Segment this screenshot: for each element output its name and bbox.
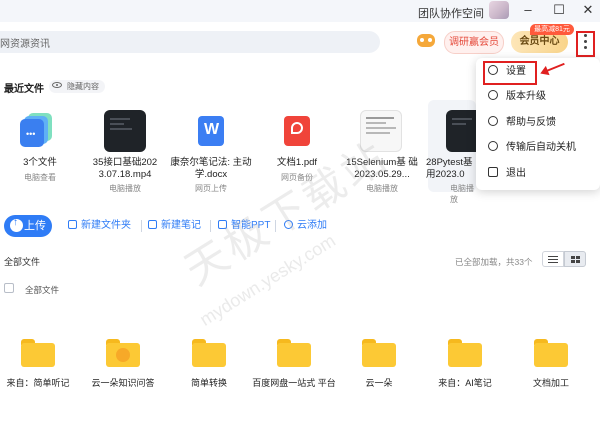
recent-card-name[interactable]: 35接口基础202 3.07.18.mp4: [83, 157, 167, 181]
folder-icon[interactable]: [534, 339, 568, 367]
multi-file-icon[interactable]: •••: [20, 113, 52, 147]
recent-card-source: 电脑查看: [24, 173, 56, 182]
menu-item-help[interactable]: 帮助与反馈: [488, 114, 556, 132]
loaded-count: 已全部加载，共33个: [455, 257, 533, 267]
folder-label[interactable]: 文档加工: [509, 377, 593, 390]
recent-card-source: 电脑播放: [109, 184, 141, 193]
avatar[interactable]: [489, 1, 509, 19]
menu-item-label: 传输后自动关机: [506, 142, 576, 153]
promo-badge: 最高减81元: [530, 24, 574, 35]
recent-card-name[interactable]: 28Pytest基 用2023.0: [426, 157, 476, 181]
gamepad-icon[interactable]: [417, 34, 435, 47]
eye-icon: [52, 82, 62, 88]
folder-add-icon: [68, 220, 77, 229]
folder-label[interactable]: 来自：AI笔记: [423, 377, 507, 390]
recent-files-title: 最近文件: [4, 84, 44, 95]
menu-item-label: 退出: [506, 168, 526, 179]
folder-label[interactable]: 简单转换: [167, 377, 251, 390]
team-space-link[interactable]: 团队协作空间: [418, 5, 484, 21]
recent-card-source: 电脑播放: [450, 184, 474, 204]
folder-label[interactable]: 百度网盘一站式 平台: [252, 377, 336, 390]
grid-view-button[interactable]: [564, 251, 586, 267]
pdf-icon[interactable]: [284, 116, 310, 146]
folder-icon[interactable]: [21, 339, 55, 367]
note-icon: [148, 220, 157, 229]
toolbar-divider: [141, 220, 142, 232]
recent-card-name[interactable]: 3个文件: [0, 157, 82, 169]
survey-vip-button[interactable]: 调研赢会员: [444, 31, 504, 54]
menu-item-upgrade[interactable]: 版本升级: [488, 88, 546, 106]
settings-highlight-box: [483, 61, 537, 85]
recent-card-name[interactable]: 康奈尔笔记法: 主动学.docx: [169, 157, 253, 181]
word-doc-icon[interactable]: W: [198, 116, 224, 146]
folder-label[interactable]: 云一朵知识问答: [81, 377, 165, 390]
title-bar: [0, 0, 600, 22]
folder-icon[interactable]: [192, 339, 226, 367]
exit-icon: [488, 167, 498, 177]
folder-icon[interactable]: [277, 339, 311, 367]
upload-icon: [10, 217, 23, 232]
video-thumbnail[interactable]: [104, 110, 146, 152]
folder-icon[interactable]: [448, 339, 482, 367]
list-view-button[interactable]: [542, 251, 564, 267]
maximize-icon[interactable]: ☐: [549, 1, 569, 19]
menu-item-label: 版本升级: [506, 91, 546, 102]
more-dots-icon: [584, 34, 587, 52]
all-files-breadcrumb[interactable]: 全部文件: [4, 255, 40, 268]
close-icon[interactable]: ✕: [578, 1, 598, 19]
select-all-checkbox[interactable]: [4, 283, 14, 293]
menu-item-label: 帮助与反馈: [506, 117, 556, 128]
power-icon: [488, 141, 498, 151]
select-all-label: 全部文件: [25, 285, 60, 295]
headset-icon: [488, 116, 498, 126]
upgrade-icon: [488, 90, 498, 100]
new-folder-button[interactable]: 新建文件夹: [68, 217, 131, 235]
folder-label[interactable]: 云一朵: [337, 377, 421, 390]
folder-label[interactable]: 来自：简单听记: [0, 377, 80, 390]
recent-card-source: 网页上传: [195, 184, 227, 193]
folder-icon[interactable]: [362, 339, 396, 367]
folder-icon[interactable]: [106, 339, 140, 367]
minimize-icon[interactable]: –: [518, 1, 538, 19]
search-placeholder: 网资源资讯: [0, 39, 50, 50]
menu-item-exit[interactable]: 退出: [488, 165, 526, 183]
menu-item-auto-shutdown[interactable]: 传输后自动关机: [488, 139, 576, 157]
new-folder-label: 新建文件夹: [81, 220, 131, 231]
search-input[interactable]: [0, 31, 380, 53]
